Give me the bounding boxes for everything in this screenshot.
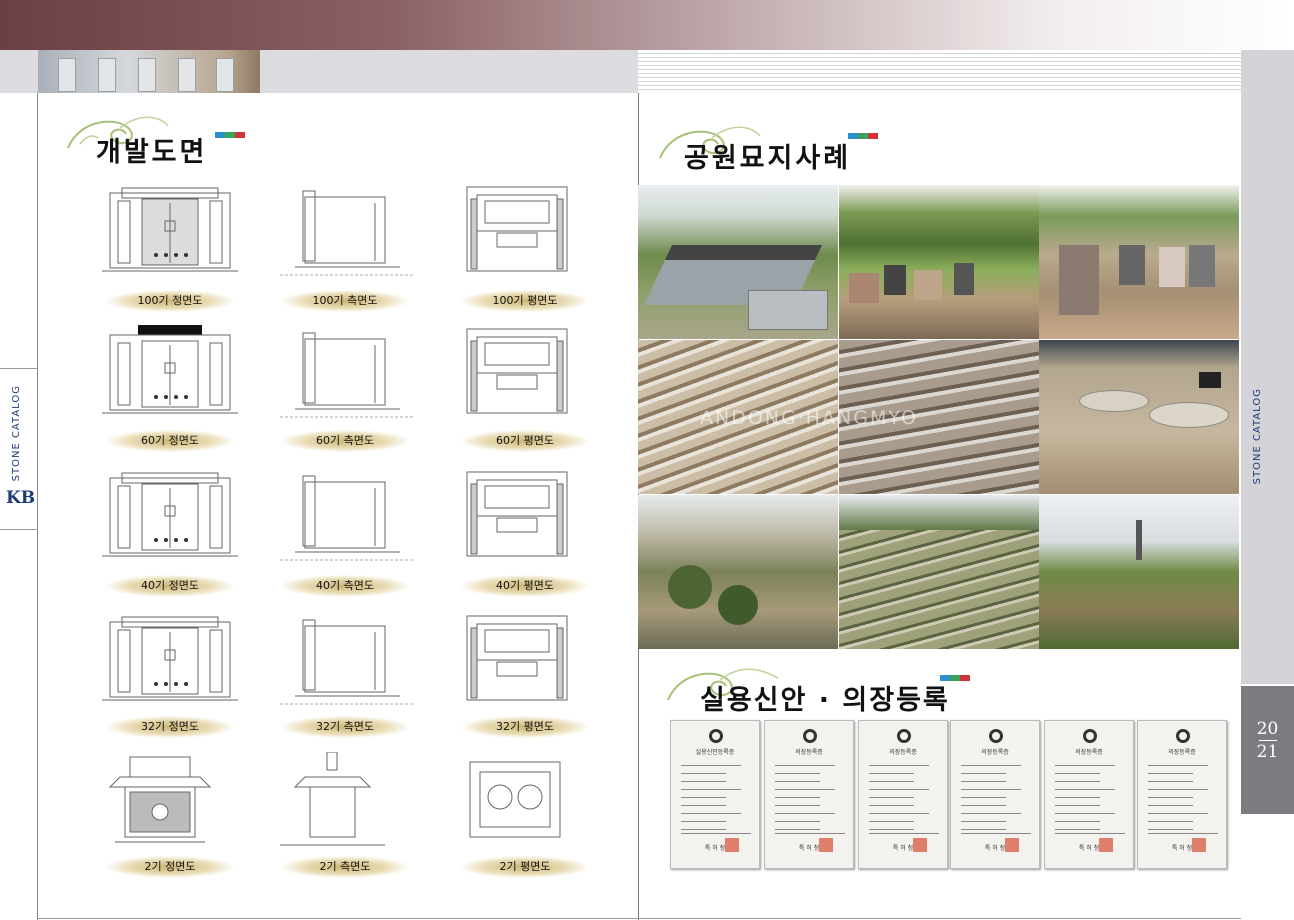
certificate-issuer: 특 허 청 bbox=[892, 845, 914, 852]
drawing-caption: 40기 평면도 bbox=[461, 575, 589, 597]
section-title-park-cemeteries: 공원묘지사례 bbox=[684, 143, 852, 174]
elevation-drawing bbox=[100, 325, 240, 420]
elevation-drawing bbox=[455, 752, 595, 847]
certificate-emblem-icon bbox=[989, 729, 1003, 743]
right-spine-label: STONE CATALOG bbox=[1252, 388, 1263, 485]
elevation-drawing bbox=[275, 468, 415, 563]
bottom-rule bbox=[38, 918, 1241, 919]
elevation-drawing bbox=[100, 468, 240, 563]
certificate-issuer: 특 허 청 bbox=[1171, 845, 1193, 852]
elevation-drawing bbox=[275, 751, 415, 847]
drawing-caption: 2기 정면도 bbox=[106, 856, 234, 878]
certificate-seal-icon bbox=[1192, 838, 1206, 852]
certificate-issuer: 특 허 청 bbox=[798, 845, 820, 852]
accent-bars bbox=[215, 123, 245, 142]
drawing-caption: 32기 정면도 bbox=[106, 716, 234, 738]
certificate-seal-icon bbox=[1005, 838, 1019, 852]
elevation-drawing bbox=[275, 612, 415, 707]
certificate-title: 의장등록증 bbox=[889, 749, 917, 756]
certificate-document: 의장등록증 특 허 청 bbox=[950, 720, 1040, 869]
elevation-drawing bbox=[455, 183, 595, 278]
certificate-issuer: 특 허 청 bbox=[984, 845, 1006, 852]
certificate-issuer: 특 허 청 bbox=[1078, 845, 1100, 852]
accent-bars bbox=[848, 124, 878, 143]
certificate-seal-icon bbox=[913, 838, 927, 852]
cemetery-photo-grid: ANDONG·HANGMYO bbox=[638, 185, 1239, 649]
accent-bars bbox=[940, 666, 970, 685]
drawing-caption: 100기 측면도 bbox=[281, 290, 409, 312]
right-margin bbox=[1241, 50, 1294, 684]
certificate-document: 의장등록증 특 허 청 bbox=[1044, 720, 1134, 869]
certificate-seal-icon bbox=[1099, 838, 1113, 852]
cemetery-photo-6 bbox=[1039, 340, 1239, 494]
certificate-title: 의장등록증 bbox=[981, 749, 1009, 756]
section-title-certificates: 실용신안 · 의장등록 bbox=[700, 685, 950, 716]
drawing-caption: 32기 측면도 bbox=[281, 716, 409, 738]
certificate-emblem-icon bbox=[1083, 729, 1097, 743]
certificate-issuer: 특 허 청 bbox=[704, 845, 726, 852]
certificate-emblem-icon bbox=[709, 729, 723, 743]
brand-logo: KB bbox=[6, 488, 36, 508]
elevation-drawing bbox=[100, 183, 240, 278]
elevation-drawing bbox=[275, 183, 415, 278]
certificate-document: 의장등록증 특 허 청 bbox=[1137, 720, 1227, 869]
elevation-drawing bbox=[455, 612, 595, 707]
elevation-drawing bbox=[455, 468, 595, 563]
elevation-drawing bbox=[100, 752, 240, 847]
page-number-left: 20 bbox=[1256, 719, 1279, 739]
cemetery-photo-2 bbox=[839, 185, 1039, 339]
header-band bbox=[0, 0, 1294, 50]
left-spine-label: STONE CATALOG bbox=[11, 385, 22, 482]
certificate-title: 의장등록증 bbox=[1075, 749, 1103, 756]
certificate-emblem-icon bbox=[897, 729, 911, 743]
drawing-caption: 32기 평면도 bbox=[461, 716, 589, 738]
certificate-document: 실용신안등록증 특 허 청 bbox=[670, 720, 760, 869]
watermark-text: ANDONG·HANGMYO bbox=[700, 407, 918, 429]
elevation-drawing bbox=[275, 325, 415, 420]
drawing-caption: 2기 평면도 bbox=[461, 856, 589, 878]
cemetery-photo-3 bbox=[1039, 185, 1239, 339]
drawing-caption: 40기 정면도 bbox=[106, 575, 234, 597]
catalog-spread: STONE CATALOG KB STONE CATALOG 20 21 개발도… bbox=[0, 0, 1294, 920]
drawing-caption: 40기 측면도 bbox=[281, 575, 409, 597]
cemetery-photo-7 bbox=[638, 495, 838, 649]
section-title-drawings: 개발도면 bbox=[96, 137, 208, 168]
cemetery-photo-9 bbox=[1039, 495, 1239, 649]
certificate-document: 의장등록증 특 허 청 bbox=[858, 720, 948, 869]
certificate-title: 의장등록증 bbox=[795, 749, 823, 756]
elevation-drawing bbox=[100, 612, 240, 707]
cemetery-photo-8 bbox=[839, 495, 1039, 649]
certificate-title: 의장등록증 bbox=[1168, 749, 1196, 756]
header-photo-monuments bbox=[38, 50, 260, 93]
cemetery-photo-1 bbox=[638, 185, 838, 339]
drawing-caption: 100기 평면도 bbox=[461, 290, 589, 312]
certificate-emblem-icon bbox=[803, 729, 817, 743]
page-number-tab: 20 21 bbox=[1241, 686, 1294, 814]
drawing-caption: 60기 측면도 bbox=[281, 430, 409, 452]
drawing-caption: 100기 정면도 bbox=[106, 290, 234, 312]
drawing-caption: 60기 정면도 bbox=[106, 430, 234, 452]
certificate-title: 실용신안등록증 bbox=[695, 749, 735, 756]
right-top-bar bbox=[638, 50, 1241, 93]
drawing-caption: 60기 평면도 bbox=[461, 430, 589, 452]
certificate-emblem-icon bbox=[1176, 729, 1190, 743]
elevation-drawing bbox=[455, 325, 595, 420]
page-number-right: 21 bbox=[1256, 742, 1279, 762]
certificate-document: 의장등록증 특 허 청 bbox=[764, 720, 854, 869]
certificate-seal-icon bbox=[725, 838, 739, 852]
certificate-seal-icon bbox=[819, 838, 833, 852]
drawing-caption: 2기 측면도 bbox=[281, 856, 409, 878]
